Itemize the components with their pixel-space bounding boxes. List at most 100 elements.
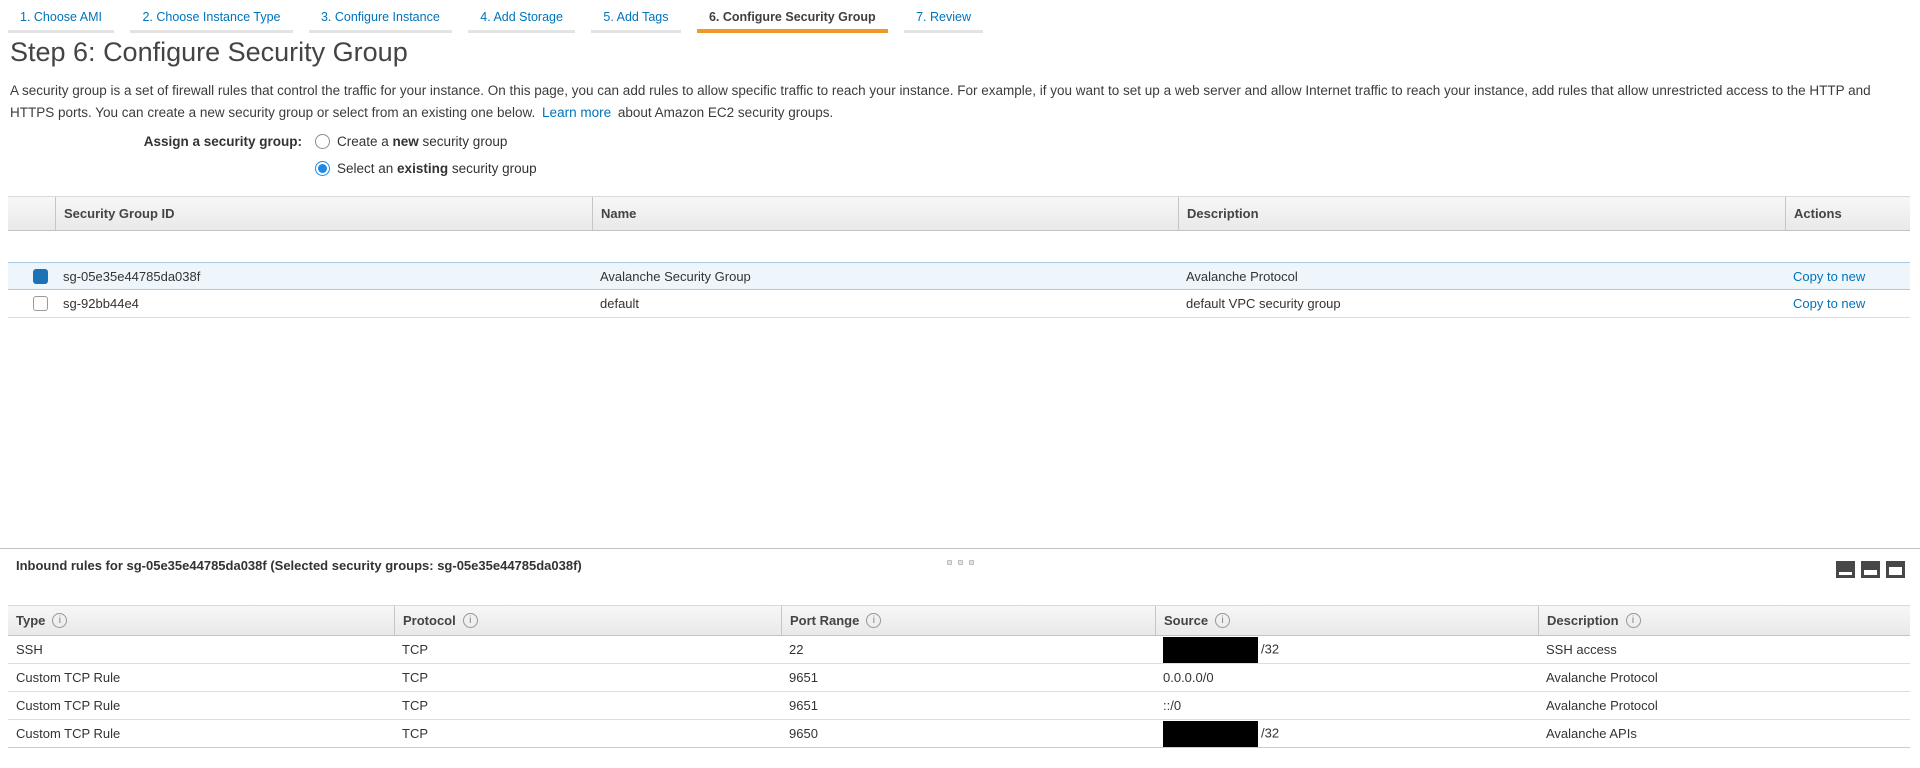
tab-choose-instance-type[interactable]: 2. Choose Instance Type bbox=[130, 0, 292, 33]
row-checkbox-cell bbox=[8, 269, 55, 284]
cell-type: Custom TCP Rule bbox=[8, 726, 394, 741]
row-checkbox-cell bbox=[8, 296, 55, 311]
source-suffix: /32 bbox=[1261, 641, 1279, 656]
header-name: Name bbox=[592, 197, 1178, 230]
info-icon[interactable] bbox=[52, 613, 67, 628]
description-text-after: about Amazon EC2 security groups. bbox=[618, 105, 833, 120]
drag-dot bbox=[947, 560, 952, 565]
cell-description: Avalanche Protocol bbox=[1178, 269, 1785, 284]
cell-source: /32 bbox=[1155, 721, 1538, 747]
cell-security-group-id: sg-92bb44e4 bbox=[55, 296, 592, 311]
pane-layout-full-icon[interactable] bbox=[1886, 561, 1905, 578]
info-icon[interactable] bbox=[463, 613, 478, 628]
redacted-ip-box bbox=[1163, 721, 1258, 747]
pane-stripe bbox=[1839, 572, 1852, 575]
header-source: Source bbox=[1155, 606, 1538, 635]
header-label: Type bbox=[16, 613, 45, 628]
pane-stripe bbox=[1889, 567, 1902, 575]
ec2-launch-wizard-page: 1. Choose AMI 2. Choose Instance Type 3.… bbox=[0, 0, 1920, 768]
cell-protocol: TCP bbox=[394, 642, 781, 657]
redacted-ip-box bbox=[1163, 637, 1258, 663]
page-title: Step 6: Configure Security Group bbox=[10, 37, 408, 68]
pane-layout-small-icon[interactable] bbox=[1836, 561, 1855, 578]
cell-type: Custom TCP Rule bbox=[8, 670, 394, 685]
option-text: security group bbox=[419, 134, 508, 149]
cell-name: default bbox=[592, 296, 1178, 311]
drag-dot bbox=[958, 560, 963, 565]
page-description: A security group is a set of firewall ru… bbox=[10, 80, 1905, 123]
cell-port-range: 9651 bbox=[781, 670, 1155, 685]
inbound-rules-title: Inbound rules for sg-05e35e44785da038f (… bbox=[16, 558, 582, 573]
table-row-avalanche-sg[interactable]: sg-05e35e44785da038f Avalanche Security … bbox=[8, 262, 1910, 290]
header-label: Source bbox=[1164, 613, 1208, 628]
cell-port-range: 9650 bbox=[781, 726, 1155, 741]
cell-protocol: TCP bbox=[394, 670, 781, 685]
tab-add-tags[interactable]: 5. Add Tags bbox=[591, 0, 680, 33]
option-text: Create a bbox=[337, 134, 393, 149]
cell-protocol: TCP bbox=[394, 698, 781, 713]
inbound-rule-row-9651-ipv6: Custom TCP Rule TCP 9651 ::/0 Avalanche … bbox=[8, 692, 1910, 720]
cell-source: /32 bbox=[1155, 637, 1538, 663]
info-icon[interactable] bbox=[1215, 613, 1230, 628]
drag-dot bbox=[969, 560, 974, 565]
inbound-rule-row-ssh: SSH TCP 22 /32 SSH access bbox=[8, 636, 1910, 664]
copy-to-new-link[interactable]: Copy to new bbox=[1793, 269, 1865, 284]
checkbox-avalanche-sg[interactable] bbox=[33, 269, 48, 284]
header-label: Port Range bbox=[790, 613, 859, 628]
cell-port-range: 22 bbox=[781, 642, 1155, 657]
tab-review[interactable]: 7. Review bbox=[904, 0, 983, 33]
inbound-rule-row-9651-ipv4: Custom TCP Rule TCP 9651 0.0.0.0/0 Avala… bbox=[8, 664, 1910, 692]
option-text-bold: new bbox=[393, 134, 419, 149]
description-text: A security group is a set of firewall ru… bbox=[10, 83, 1871, 120]
cell-security-group-id: sg-05e35e44785da038f bbox=[55, 269, 592, 284]
cell-source: ::/0 bbox=[1155, 698, 1538, 713]
select-existing-group-label: Select an existing security group bbox=[337, 161, 537, 176]
header-description: Description bbox=[1178, 197, 1785, 230]
checkbox-default-sg[interactable] bbox=[33, 296, 48, 311]
inbound-rules-table: Type Protocol Port Range Source Descript… bbox=[8, 605, 1910, 748]
header-actions: Actions bbox=[1785, 197, 1910, 230]
header-label: Description bbox=[1547, 613, 1619, 628]
header-port-range: Port Range bbox=[781, 606, 1155, 635]
assign-option-row-existing: Assign a security group: Select an exist… bbox=[10, 155, 537, 182]
tab-configure-security-group[interactable]: 6. Configure Security Group bbox=[697, 0, 888, 33]
option-text: security group bbox=[448, 161, 537, 176]
cell-type: SSH bbox=[8, 642, 394, 657]
header-type: Type bbox=[8, 606, 394, 635]
assign-security-group-label: Assign a security group: bbox=[10, 134, 302, 149]
header-checkbox-column bbox=[8, 197, 55, 230]
radio-create-new-group[interactable] bbox=[315, 134, 330, 149]
header-label: Protocol bbox=[403, 613, 456, 628]
header-rule-description: Description bbox=[1538, 606, 1910, 635]
cell-type: Custom TCP Rule bbox=[8, 698, 394, 713]
security-groups-table-header: Security Group ID Name Description Actio… bbox=[8, 196, 1910, 231]
cell-rule-description: Avalanche Protocol bbox=[1538, 670, 1910, 685]
copy-to-new-link[interactable]: Copy to new bbox=[1793, 296, 1865, 311]
tab-add-storage[interactable]: 4. Add Storage bbox=[468, 0, 575, 33]
assign-security-group-section: Assign a security group: Create a new se… bbox=[10, 128, 537, 182]
wizard-step-tabs: 1. Choose AMI 2. Choose Instance Type 3.… bbox=[8, 0, 995, 33]
table-row-default-sg[interactable]: sg-92bb44e4 default default VPC security… bbox=[8, 290, 1910, 318]
header-security-group-id: Security Group ID bbox=[55, 197, 592, 230]
cell-port-range: 9651 bbox=[781, 698, 1155, 713]
pane-drag-handle[interactable] bbox=[944, 552, 977, 570]
cell-rule-description: SSH access bbox=[1538, 642, 1910, 657]
radio-select-existing-group[interactable] bbox=[315, 161, 330, 176]
assign-option-row-new: Assign a security group: Create a new se… bbox=[10, 128, 537, 155]
pane-layout-controls bbox=[1836, 561, 1911, 578]
pane-layout-half-icon[interactable] bbox=[1861, 561, 1880, 578]
cell-rule-description: Avalanche Protocol bbox=[1538, 698, 1910, 713]
security-groups-rows: sg-05e35e44785da038f Avalanche Security … bbox=[8, 262, 1910, 318]
create-new-group-label: Create a new security group bbox=[337, 134, 507, 149]
learn-more-link[interactable]: Learn more bbox=[542, 105, 611, 120]
cell-name: Avalanche Security Group bbox=[592, 269, 1178, 284]
cell-actions: Copy to new bbox=[1785, 296, 1910, 311]
inbound-rules-table-header: Type Protocol Port Range Source Descript… bbox=[8, 605, 1910, 636]
cell-description: default VPC security group bbox=[1178, 296, 1785, 311]
tab-configure-instance[interactable]: 3. Configure Instance bbox=[309, 0, 452, 33]
info-icon[interactable] bbox=[1626, 613, 1641, 628]
info-icon[interactable] bbox=[866, 613, 881, 628]
source-suffix: /32 bbox=[1261, 725, 1279, 740]
cell-protocol: TCP bbox=[394, 726, 781, 741]
tab-choose-ami[interactable]: 1. Choose AMI bbox=[8, 0, 114, 33]
